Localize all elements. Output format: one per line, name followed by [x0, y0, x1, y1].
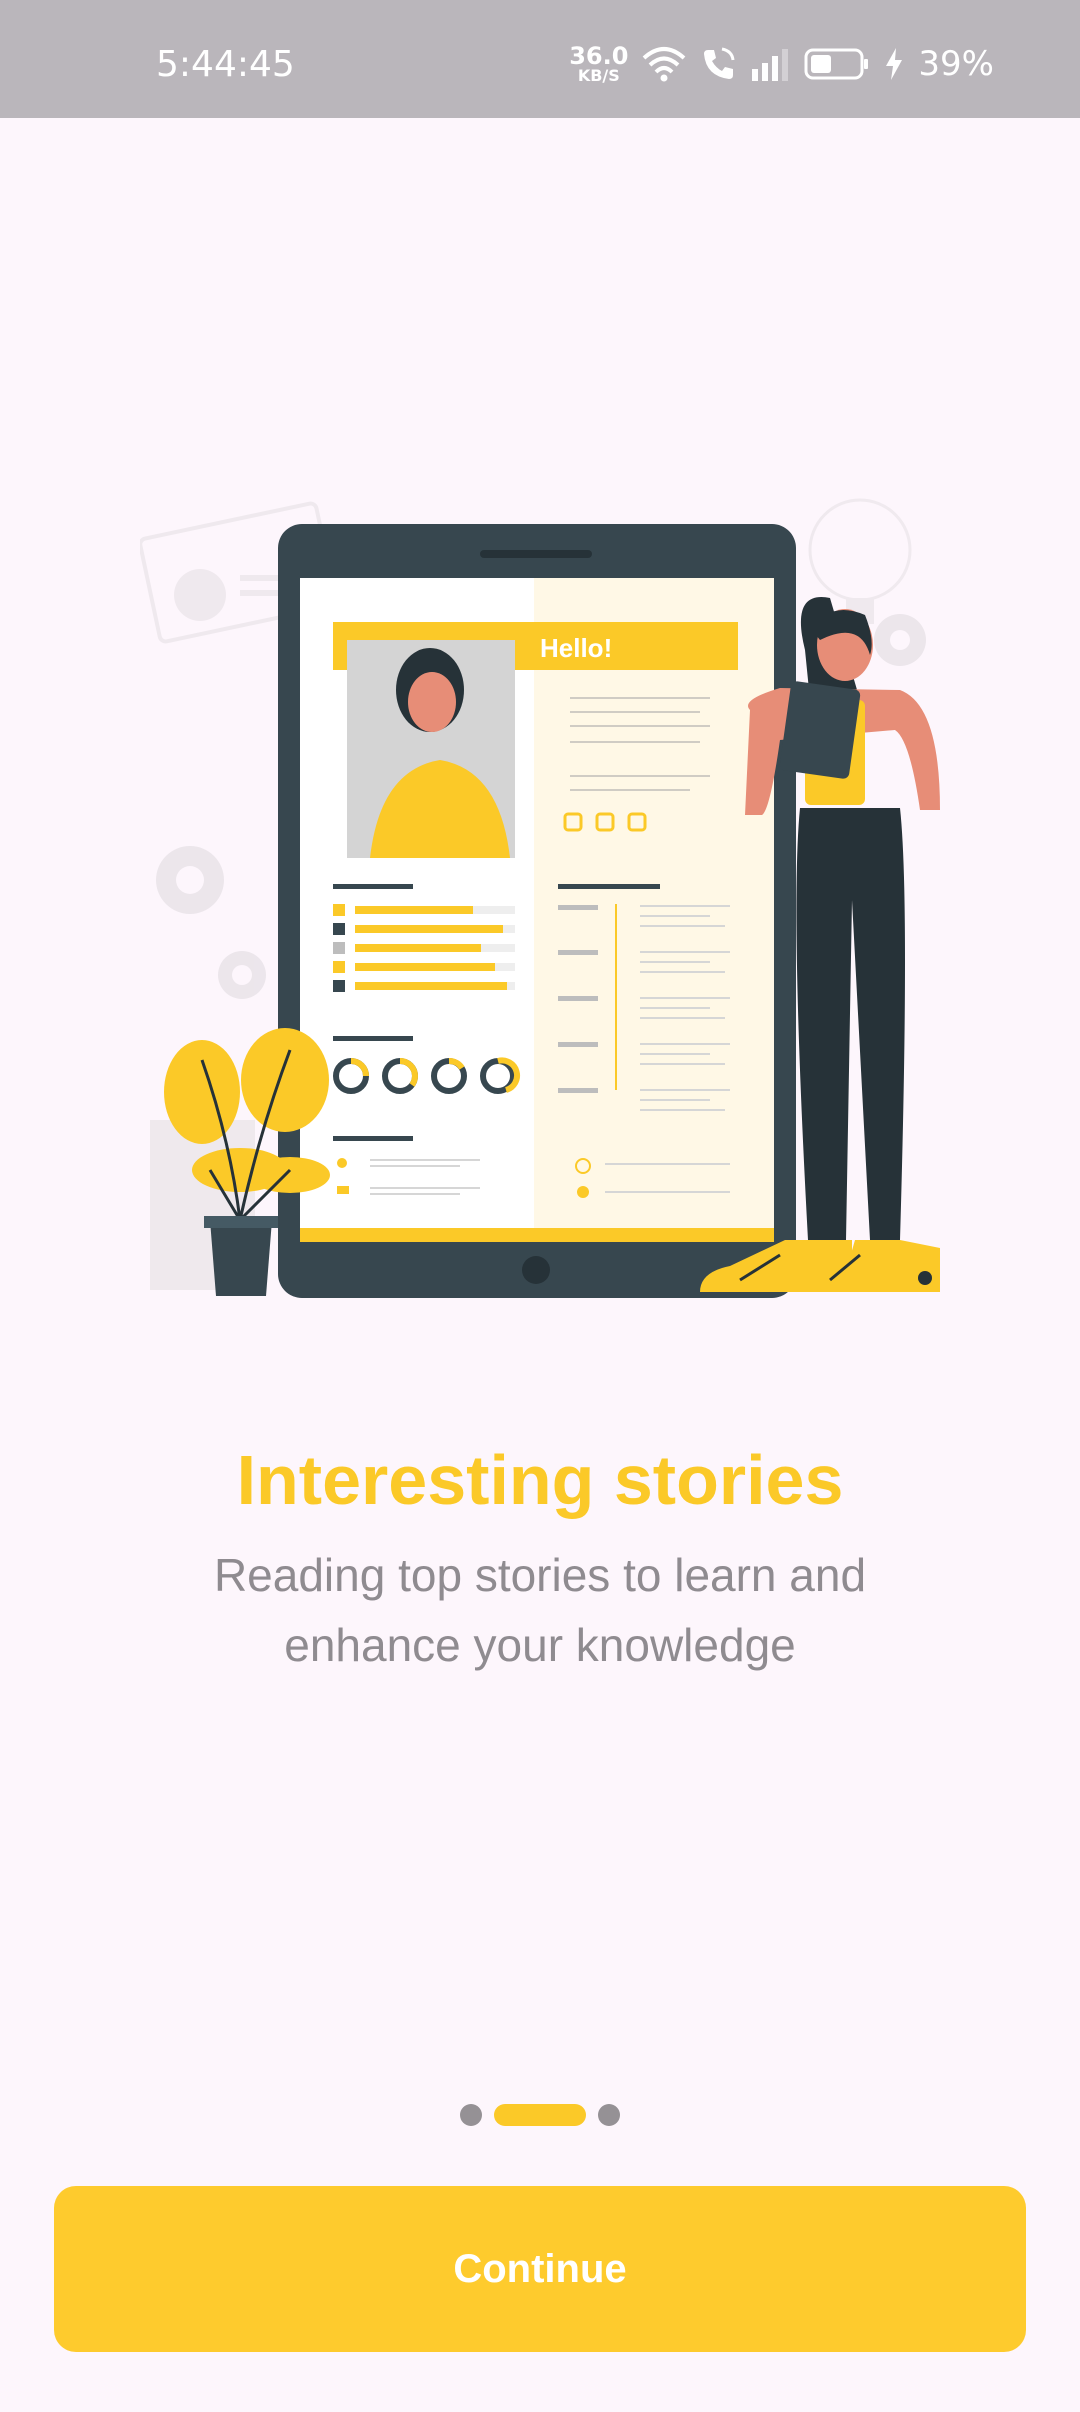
page-indicator [0, 2104, 1080, 2126]
continue-button[interactable]: Continue [54, 2186, 1026, 2352]
status-bar: 5:44:45 36.0 KB/S 39% [0, 0, 1080, 118]
onboarding-subtitle: Reading top stories to learn and enhance… [213, 1549, 867, 1671]
battery-percent: 39% [918, 44, 994, 84]
network-speed-unit: KB/S [577, 66, 620, 85]
network-speed-value: 36.0 [569, 42, 629, 70]
status-icons: 36.0 KB/S 39% [569, 42, 994, 86]
page-dot [460, 2104, 482, 2126]
onboarding-title: Interesting stories [236, 1441, 844, 1519]
onboarding-illustration: Hello! [140, 498, 940, 1298]
continue-button-label: Continue [453, 2246, 627, 2291]
wifi-icon [643, 47, 686, 82]
status-time: 5:44:45 [156, 44, 295, 85]
page-dot [598, 2104, 620, 2126]
page-dot-active [494, 2104, 586, 2126]
tablet-graphic: Hello! [278, 524, 796, 1298]
network-speed: 36.0 KB/S [569, 44, 628, 84]
wifi-call-icon [704, 47, 735, 79]
charging-icon [886, 48, 903, 80]
battery-icon [804, 48, 869, 80]
hello-banner-text: Hello! [540, 633, 612, 663]
signal-icon [752, 49, 789, 81]
